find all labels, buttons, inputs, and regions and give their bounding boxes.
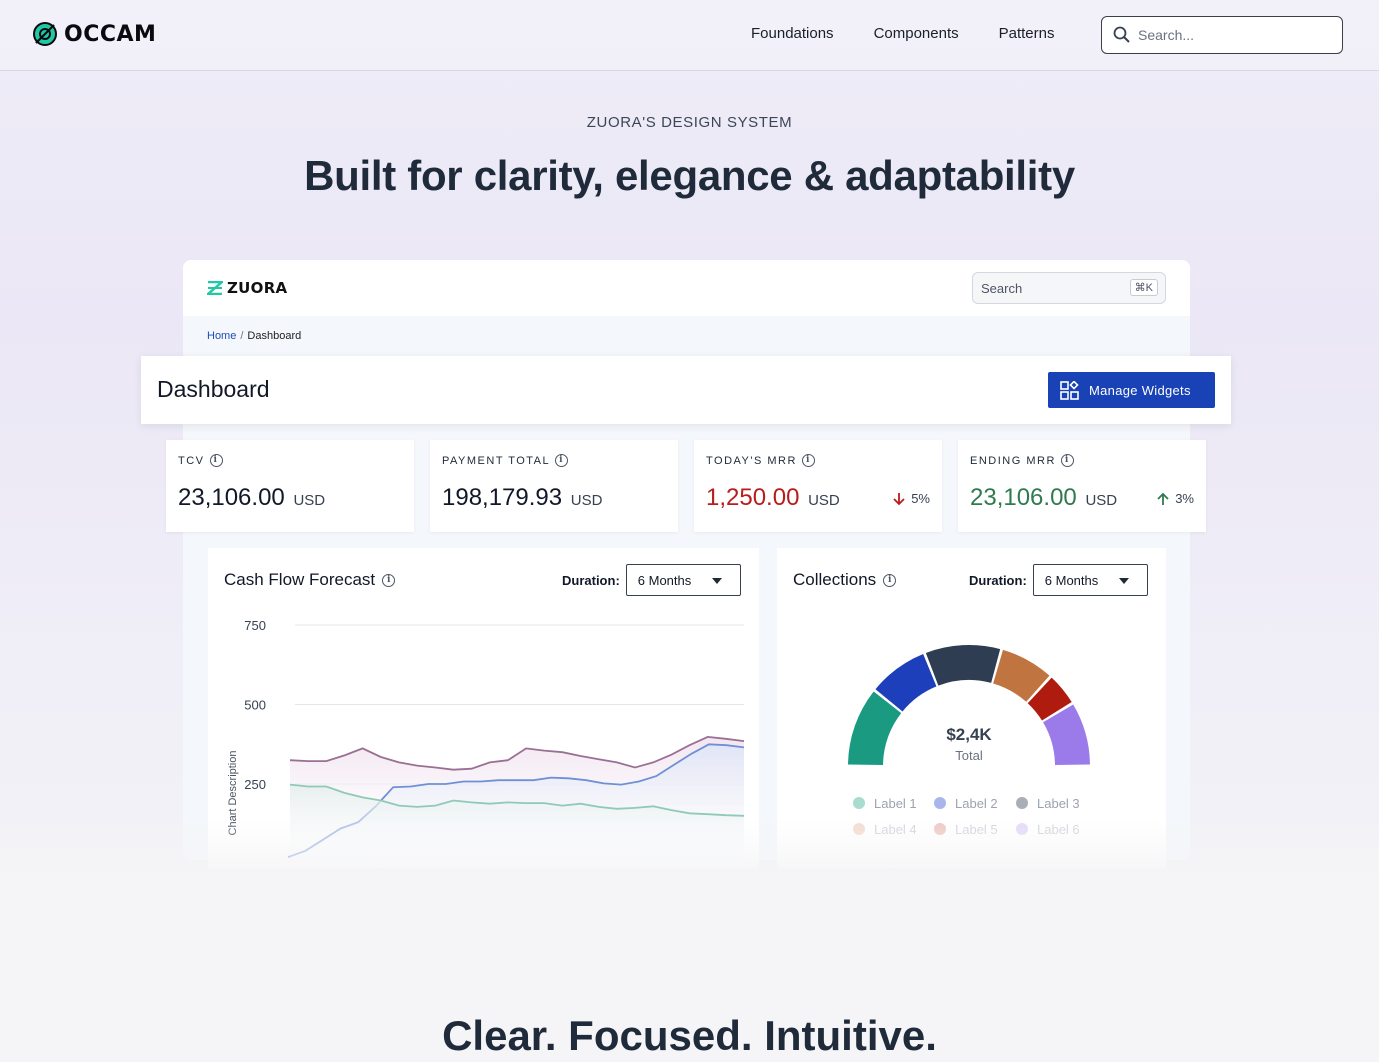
zuora-logo-icon xyxy=(207,281,223,295)
nav-link-components[interactable]: Components xyxy=(874,25,959,42)
kpi-unit: USD xyxy=(1085,492,1118,509)
app-search-box: ⌘K xyxy=(972,272,1166,304)
top-navigation: OCCAM Foundations Components Patterns xyxy=(0,0,1379,71)
search-shortcut: ⌘K xyxy=(1129,279,1158,296)
legend-label: Label 1 xyxy=(874,796,917,811)
zuora-logo[interactable]: ZUORA xyxy=(207,279,287,297)
legend-label: Label 5 xyxy=(955,822,998,837)
kpi-value: 1,250.00 USD xyxy=(706,484,840,512)
donut-slice[interactable] xyxy=(925,645,1001,686)
kpi-delta-value: 3% xyxy=(1175,491,1194,506)
occam-logo-icon xyxy=(33,22,57,46)
kpi-amount: 1,250.00 xyxy=(706,484,800,511)
kpi-card-tcv: TCV i 23,106.00 USD xyxy=(166,440,414,532)
info-icon[interactable]: i xyxy=(801,454,815,467)
brand-logo[interactable]: OCCAM xyxy=(32,21,156,47)
legend-marker xyxy=(853,823,865,835)
kpi-label: PAYMENT TOTAL i xyxy=(442,454,569,467)
legend-label: Label 6 xyxy=(1037,822,1080,837)
page-title: Dashboard xyxy=(157,376,270,402)
info-icon[interactable]: i xyxy=(1060,454,1074,467)
brand-name: OCCAM xyxy=(64,21,157,47)
kpi-label-text: TCV xyxy=(178,454,205,467)
manage-widgets-label: Manage Widgets xyxy=(1089,382,1191,398)
collections-chart: $2,4K Total Label 1 Label 2 Label 3 Label 4 La… xyxy=(848,645,1090,837)
legend-marker xyxy=(853,797,865,809)
dashboard-header: Dashboard Manage Widgets xyxy=(141,356,1231,424)
kpi-card-ending-mrr: ENDING MRR i 23,106.00 USD 3% xyxy=(958,440,1206,532)
kpi-value: 23,106.00 USD xyxy=(970,484,1117,512)
breadcrumb: Home / Dashboard xyxy=(207,330,301,342)
app-search-input[interactable] xyxy=(981,280,1121,296)
kpi-label-text: PAYMENT TOTAL xyxy=(442,454,551,467)
legend-marker xyxy=(934,797,946,809)
legend-label: Label 2 xyxy=(955,796,998,811)
manage-widgets-button[interactable]: Manage Widgets xyxy=(1048,372,1215,408)
arrow-up-icon xyxy=(1157,492,1169,505)
app-header: ZUORA ⌘K xyxy=(183,260,1190,316)
arrow-down-icon xyxy=(893,492,905,505)
kpi-value: 23,106.00 USD xyxy=(178,484,325,512)
y-tick-label: 750 xyxy=(244,618,266,633)
y-tick-label: 500 xyxy=(244,698,266,713)
kpi-value: 198,179.93 USD xyxy=(442,484,602,512)
info-icon[interactable]: i xyxy=(555,454,569,467)
kpi-delta: 3% xyxy=(1157,491,1194,506)
nav-search-box xyxy=(1101,16,1343,54)
kpi-amount: 23,106.00 xyxy=(970,484,1077,511)
nav-link-patterns[interactable]: Patterns xyxy=(999,25,1055,42)
y-axis-label: Chart Description xyxy=(227,751,239,836)
search-icon xyxy=(1113,26,1130,43)
legend-label: Label 3 xyxy=(1037,796,1080,811)
nav-links: Foundations Components Patterns xyxy=(751,25,1055,42)
kpi-unit: USD xyxy=(570,492,603,509)
cash-flow-card: Cash Flow Forecast i Duration: 6 Months 2… xyxy=(208,548,759,868)
breadcrumb-separator: / xyxy=(240,330,244,342)
legend-label: Label 4 xyxy=(874,822,917,837)
kpi-label-text: ENDING MRR xyxy=(970,454,1056,467)
section-title: Clear. Focused. Intuitive. xyxy=(442,1012,937,1059)
kpi-card-todays-mrr: TODAY'S MRR i 1,250.00 USD 5% xyxy=(694,440,942,532)
legend-marker xyxy=(1016,823,1028,835)
hero-eyebrow: ZUORA'S DESIGN SYSTEM xyxy=(586,114,793,131)
kpi-label: TCV i xyxy=(178,454,223,467)
kpi-delta: 5% xyxy=(893,491,930,506)
cash-flow-chart: 250 500 750 Chart Description xyxy=(227,618,745,868)
hero-title: Built for clarity, elegance & adaptabili… xyxy=(304,152,1075,199)
kpi-unit: USD xyxy=(808,492,840,509)
kpi-amount: 198,179.93 xyxy=(442,484,563,511)
kpi-unit: USD xyxy=(293,492,326,509)
kpi-label-text: TODAY'S MRR xyxy=(706,454,797,467)
legend-marker xyxy=(1016,797,1028,809)
widgets-icon xyxy=(1060,380,1079,400)
kpi-card-payment-total: PAYMENT TOTAL i 198,179.93 USD xyxy=(430,440,678,532)
kpi-label: TODAY'S MRR i xyxy=(706,454,815,467)
kpi-delta-value: 5% xyxy=(911,491,930,506)
kpi-amount: 23,106.00 xyxy=(178,484,285,511)
nav-link-foundations[interactable]: Foundations xyxy=(751,25,834,42)
legend-marker xyxy=(934,823,946,835)
zuora-name: ZUORA xyxy=(227,279,288,297)
y-tick-label: 250 xyxy=(244,777,266,792)
info-icon[interactable]: i xyxy=(209,454,223,467)
breadcrumb-home[interactable]: Home xyxy=(207,330,236,342)
search-input[interactable] xyxy=(1138,27,1328,43)
kpi-label: ENDING MRR i xyxy=(970,454,1074,467)
donut-total-label: Total xyxy=(955,748,983,763)
breadcrumb-current: Dashboard xyxy=(247,330,302,342)
collections-card: Collections i Duration: 6 Months $2,4K Tot… xyxy=(777,548,1166,868)
donut-total-value: $2,4K xyxy=(946,725,992,744)
